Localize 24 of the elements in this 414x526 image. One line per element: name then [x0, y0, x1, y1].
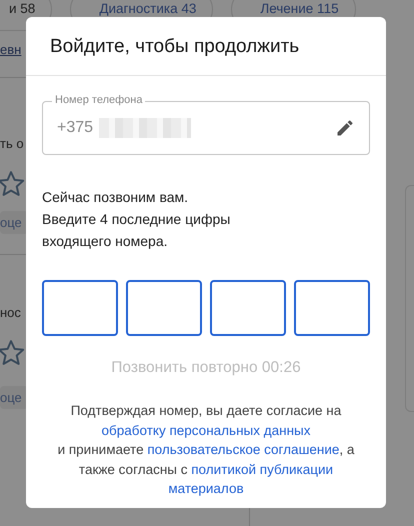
rating-tag: оце: [0, 386, 28, 409]
code-digit-field[interactable]: [42, 280, 118, 336]
pencil-icon[interactable]: [335, 118, 355, 138]
dialog-title: Войдите, чтобы продолжить: [26, 17, 386, 76]
instruction-text: Сейчас позвоним вам.: [42, 188, 190, 207]
phone-field[interactable]: Номер телефона +375: [42, 94, 370, 155]
code-digit-field[interactable]: [210, 280, 286, 336]
policy-link[interactable]: материалов: [168, 481, 244, 496]
instruction-text: Введите 4 последние цифры: [42, 210, 232, 229]
body-text: нос: [0, 305, 21, 320]
star-icon[interactable]: [0, 338, 26, 368]
phone-value: +375: [57, 119, 94, 137]
consent-text: Подтверждая номер, вы даете согласие на обработку персональных данных и принимаете пользовательское соглашение, а также согласны с политикой публикации материалов: [56, 402, 356, 498]
code-digit-field[interactable]: [126, 280, 202, 336]
policy-link[interactable]: пользовательское соглашение: [147, 442, 340, 457]
field-label: Номер телефона: [52, 94, 146, 107]
instruction-text: входящего номера.: [42, 232, 169, 251]
rating-tag: оце: [0, 211, 28, 234]
policy-link[interactable]: обработку персональных данных: [102, 422, 310, 438]
policy-link[interactable]: политикой публикации: [191, 462, 334, 476]
doctor-link[interactable]: евн: [0, 42, 22, 57]
code-digit-field[interactable]: [294, 280, 370, 336]
star-icon[interactable]: [0, 169, 26, 199]
body-text: ть о: [0, 136, 24, 151]
